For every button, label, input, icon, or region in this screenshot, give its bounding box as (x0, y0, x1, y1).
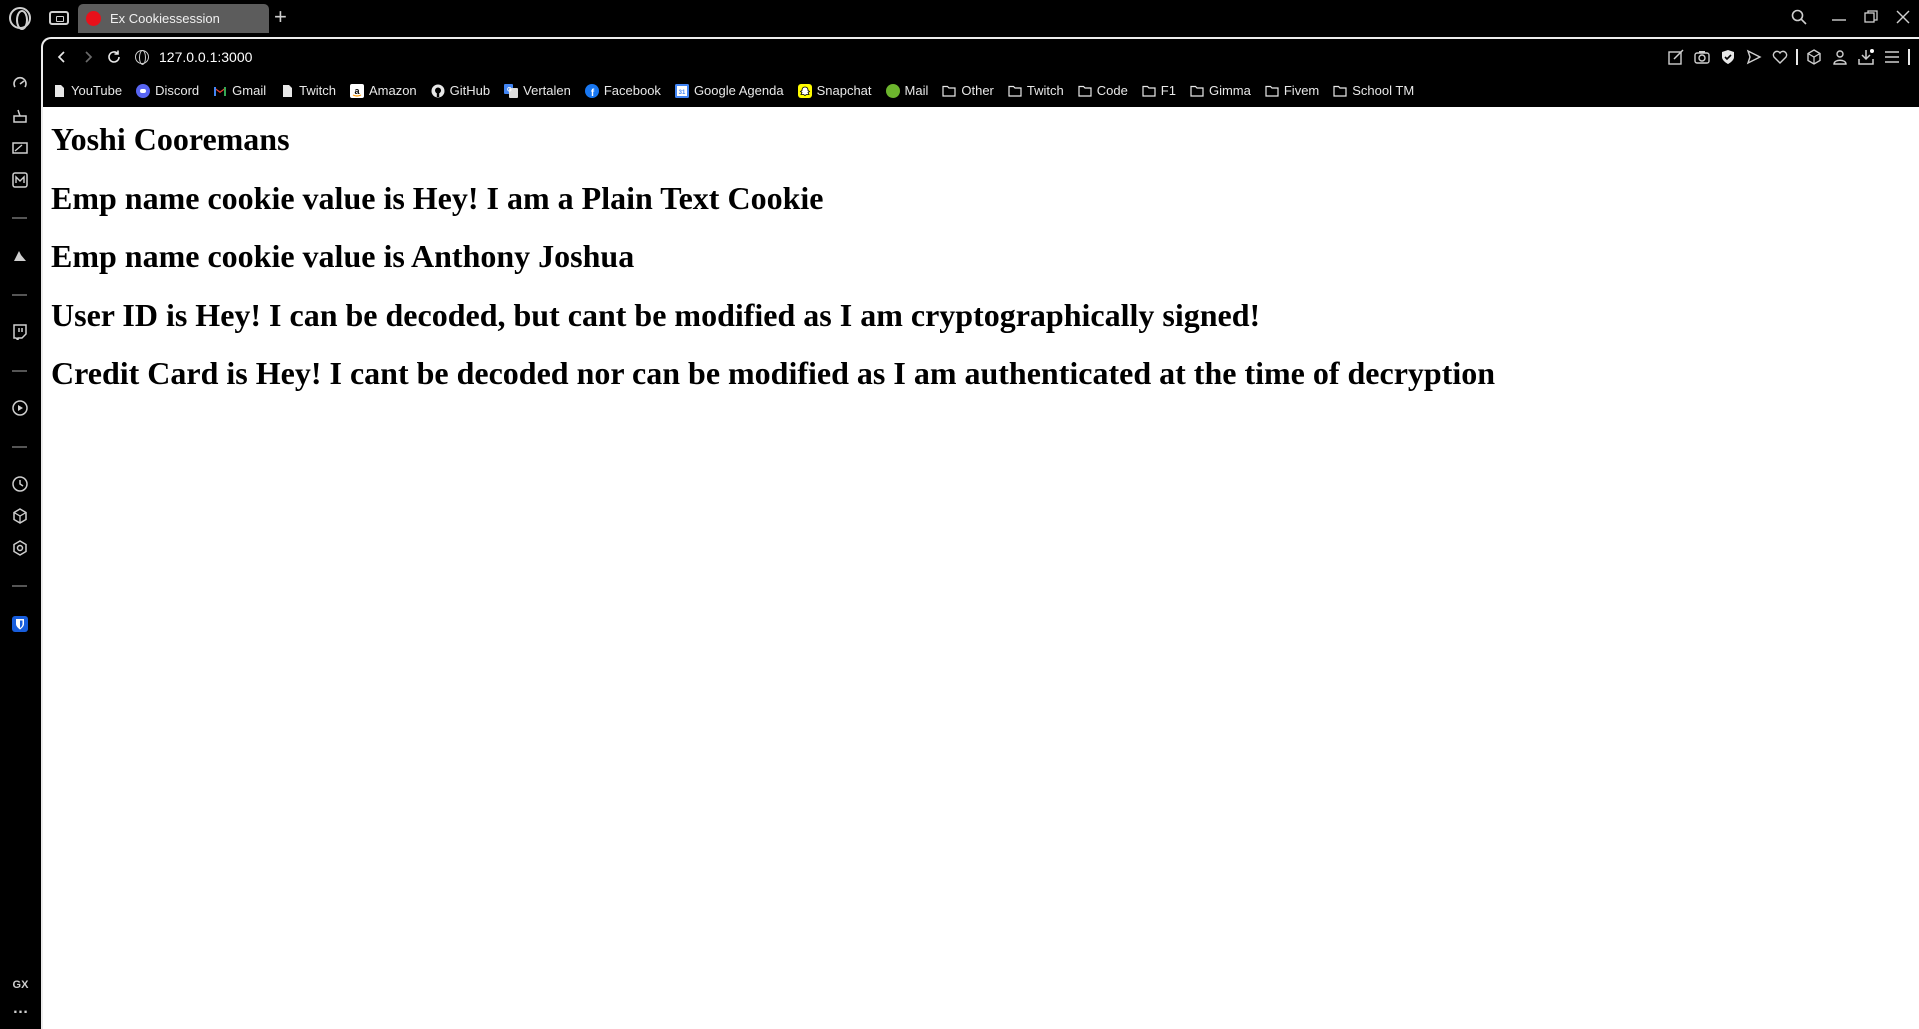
bookmark-vertalen[interactable]: G Vertalen (504, 83, 571, 98)
gmail-icon (214, 86, 227, 96)
page-heading-plain-cookie: Emp name cookie value is Hey! I am a Pla… (51, 179, 824, 216)
page-heading-encrypted-cookie: Credit Card is Hey! I cant be decoded no… (51, 355, 1496, 391)
amazon-icon: a (349, 83, 364, 98)
folder-icon (1190, 85, 1204, 97)
folder-icon (1142, 85, 1156, 97)
extensions-icon[interactable] (10, 506, 30, 526)
twitch-icon[interactable] (10, 322, 30, 342)
bookmark-google-agenda[interactable]: 31 Google Agenda (674, 83, 784, 98)
file-icon (55, 84, 64, 97)
url-field[interactable]: 127.0.0.1:3000 (135, 49, 252, 65)
tab-switcher-icon[interactable] (49, 11, 69, 25)
profile-icon[interactable] (1827, 44, 1853, 70)
sidebar: GX … (0, 34, 41, 1029)
sidebar-divider (12, 217, 27, 219)
player-icon[interactable] (10, 398, 30, 418)
page-heading-name: Yoshi Cooremans (51, 121, 290, 157)
bookmark-folder-code[interactable]: Code (1078, 83, 1128, 98)
heart-icon[interactable] (1767, 44, 1793, 70)
restore-icon[interactable] (1855, 0, 1887, 34)
more-options-icon[interactable]: … (0, 1001, 41, 1017)
folder-icon (1265, 85, 1279, 97)
messenger-icon[interactable] (10, 170, 30, 190)
bookmark-youtube[interactable]: YouTube (52, 83, 122, 98)
bookmark-mail[interactable]: Mail (885, 83, 928, 98)
tab-title: Ex Cookiessession (110, 11, 220, 26)
bookmark-facebook[interactable]: f Facebook (584, 83, 661, 98)
settings-icon[interactable] (10, 538, 30, 558)
snapshot-edit-icon[interactable] (1663, 44, 1689, 70)
active-tab[interactable]: Ex Cookiessession (78, 4, 269, 33)
history-icon[interactable] (10, 474, 30, 494)
snapchat-icon (797, 83, 812, 98)
toolbar-divider (1905, 44, 1913, 70)
mail-icon (885, 83, 900, 98)
translate-icon: G (504, 83, 519, 98)
close-icon[interactable] (1887, 0, 1919, 34)
folder-icon (1333, 85, 1347, 97)
address-bar: 127.0.0.1:3000 (43, 39, 1919, 74)
shield-icon[interactable] (1715, 44, 1741, 70)
opera-gx-logo-icon[interactable] (9, 7, 31, 30)
toolbar-right (1663, 39, 1913, 74)
bookmark-twitch[interactable]: Twitch (280, 83, 336, 98)
bookmark-gmail[interactable]: Gmail (213, 83, 266, 98)
bookmark-snapchat[interactable]: Snapchat (797, 83, 872, 98)
gx-control-icon[interactable] (10, 74, 30, 94)
sidebar-divider (12, 585, 27, 587)
folder-icon (942, 85, 956, 97)
folder-icon (1008, 85, 1022, 97)
game-bar-icon[interactable] (10, 138, 30, 158)
sidebar-divider (12, 294, 27, 296)
bookmark-folder-fivem[interactable]: Fivem (1265, 83, 1319, 98)
sidebar-divider (12, 370, 27, 372)
extensions-toolbar-icon[interactable] (1801, 44, 1827, 70)
sidebar-divider (12, 446, 27, 448)
bookmark-discord[interactable]: Discord (136, 83, 199, 98)
discord-icon (136, 83, 151, 98)
bookmark-github[interactable]: GitHub (431, 83, 490, 98)
file-icon (283, 84, 293, 97)
browser-frame: 127.0.0.1:3000 YouTube Discord Gmail Twi… (41, 37, 1919, 1029)
github-icon (431, 84, 445, 97)
discord-shortcut-icon[interactable] (10, 246, 30, 266)
bookmark-folder-other[interactable]: Other (942, 83, 994, 98)
page-content: Yoshi Cooremans Emp name cookie value is… (43, 107, 1919, 1029)
bookmarks-bar: YouTube Discord Gmail Twitch a Amazon Gi… (43, 74, 1919, 107)
bookmark-amazon[interactable]: a Amazon (349, 83, 417, 98)
minimize-icon[interactable] (1823, 0, 1855, 34)
reload-button[interactable] (101, 44, 127, 70)
bookmark-folder-school-tm[interactable]: School TM (1333, 83, 1414, 98)
svg-text:31: 31 (679, 90, 686, 96)
tab-strip: Ex Cookiessession + (0, 0, 1919, 34)
toolbar-divider (1793, 44, 1801, 70)
bookmark-folder-gimma[interactable]: Gimma (1190, 83, 1251, 98)
window-controls (1783, 0, 1919, 34)
svg-text:G: G (507, 87, 512, 93)
forward-button[interactable] (75, 44, 101, 70)
new-tab-button[interactable]: + (274, 5, 287, 29)
download-icon[interactable] (1853, 44, 1879, 70)
send-icon[interactable] (1741, 44, 1767, 70)
easy-setup-menu-icon[interactable] (1879, 44, 1905, 70)
calendar-icon: 31 (674, 83, 689, 98)
back-button[interactable] (49, 44, 75, 70)
camera-icon[interactable] (1689, 44, 1715, 70)
folder-icon (1078, 85, 1092, 97)
bookmark-folder-f1[interactable]: F1 (1142, 83, 1176, 98)
page-heading-emp-name: Emp name cookie value is Anthony Joshua (51, 238, 635, 274)
globe-icon (135, 49, 149, 65)
bitwarden-icon[interactable] (10, 614, 30, 634)
url-text[interactable]: 127.0.0.1:3000 (159, 49, 252, 65)
page-heading-signed-cookie: User ID is Hey! I can be decoded, but ca… (51, 296, 1261, 333)
bookmark-folder-twitch[interactable]: Twitch (1008, 83, 1064, 98)
facebook-icon: f (584, 83, 599, 98)
gx-cleaner-icon[interactable] (10, 106, 30, 126)
tab-favicon-icon (86, 11, 101, 26)
gx-label[interactable]: GX (0, 979, 41, 991)
search-tabs-icon[interactable] (1783, 0, 1815, 34)
